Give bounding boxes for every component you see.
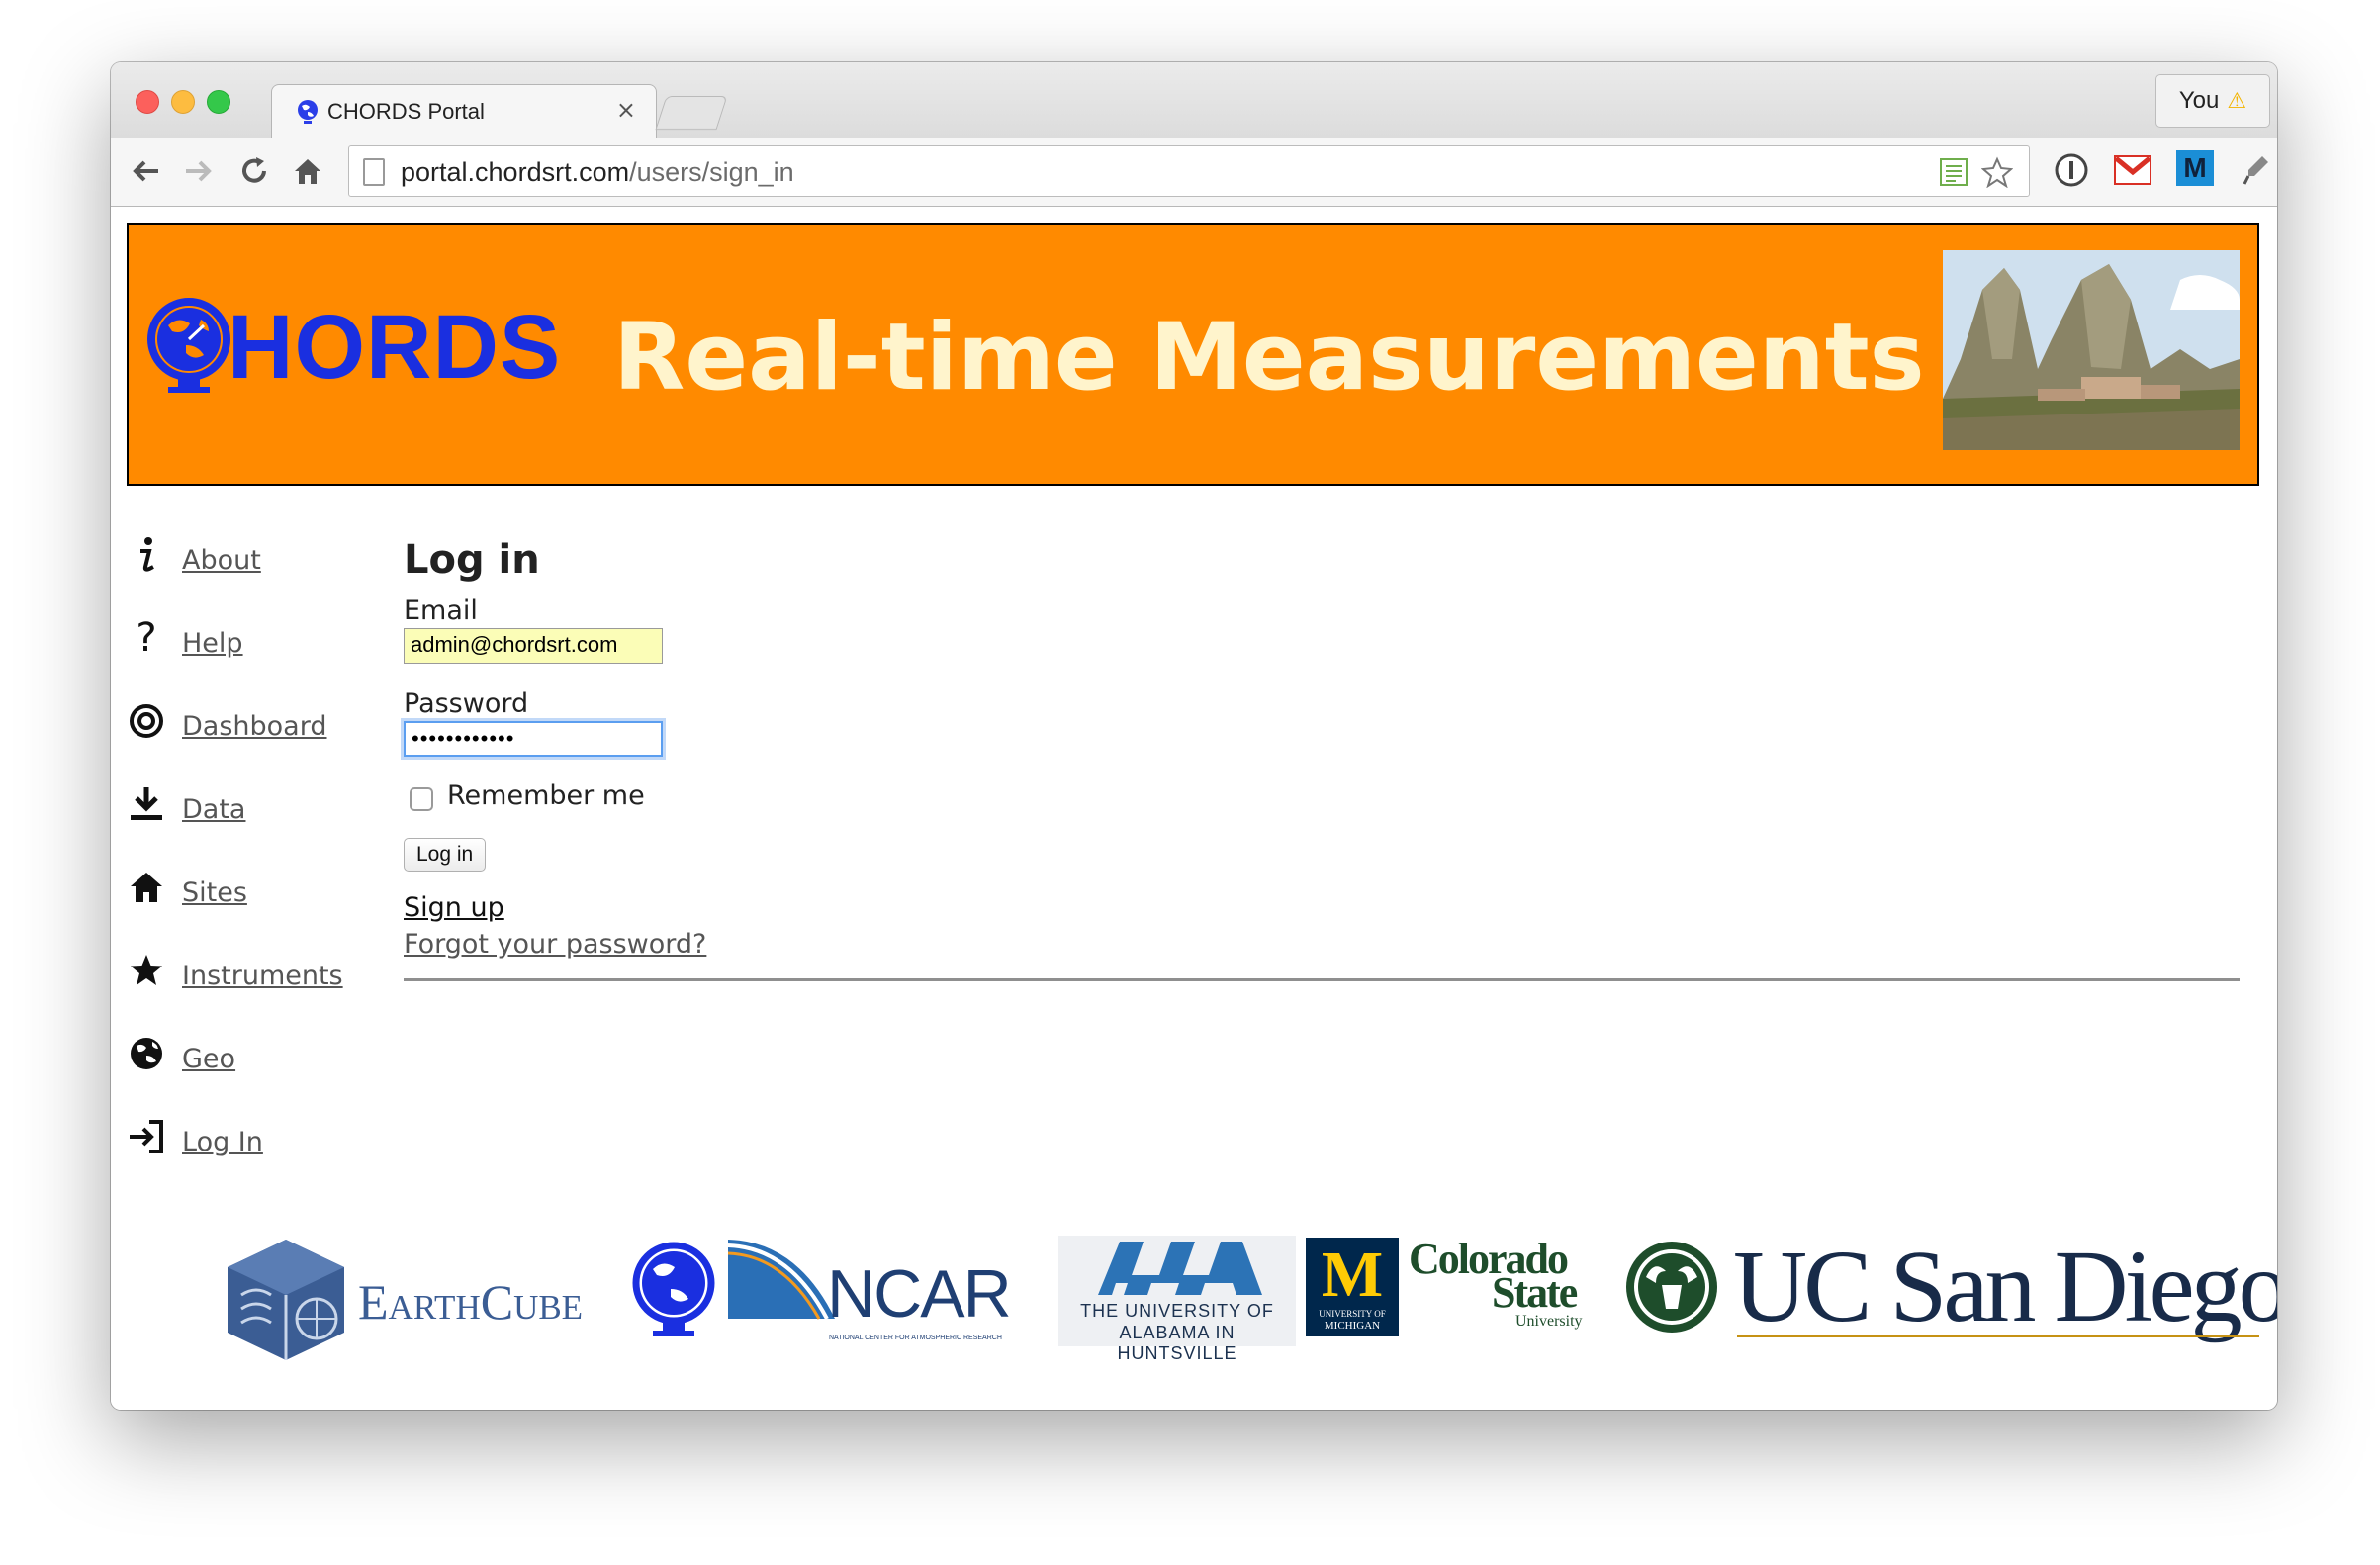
- globe-favicon-icon: [298, 100, 318, 124]
- chords-globe-logo-icon[interactable]: [146, 296, 231, 395]
- onepassword-icon[interactable]: [2052, 150, 2091, 190]
- chords-globe-icon: [632, 1242, 715, 1336]
- csu-line2: State: [1492, 1268, 1578, 1317]
- sidebar-item-label: About: [182, 545, 261, 576]
- bookmark-star-icon[interactable]: [1981, 156, 2013, 188]
- csu-logo: Colorado State University: [1409, 1234, 1606, 1342]
- ucsd-gold-rule: [1737, 1335, 2259, 1337]
- banner-title: Real-time Measurements: [613, 304, 1925, 412]
- login-submit-button[interactable]: Log in: [404, 838, 487, 872]
- sidebar-item-label: Data: [182, 794, 246, 825]
- ucsd-logo-text: UC San Diego: [1733, 1230, 2277, 1343]
- tab-close-icon[interactable]: ×: [616, 96, 636, 124]
- sidebar-item-label: Sites: [182, 877, 247, 908]
- sidebar-item-label: Instruments: [182, 961, 343, 991]
- password-label: Password: [404, 689, 529, 719]
- reader-mode-icon[interactable]: [1938, 156, 1969, 188]
- sidebar-item-label: Help: [182, 628, 243, 659]
- home-button-icon[interactable]: [291, 154, 324, 195]
- divider: [404, 978, 2240, 981]
- globe-icon: [127, 1032, 166, 1075]
- info-icon: [127, 533, 166, 577]
- sidebar-item-geo[interactable]: Geo: [127, 1032, 364, 1091]
- banner-photo-flatirons: [1943, 250, 2240, 450]
- profile-button[interactable]: You ⚠: [2155, 74, 2270, 128]
- address-bar[interactable]: portal.chordsrt.com/users/sign_in: [348, 145, 2030, 197]
- password-field[interactable]: ••••••••••••: [404, 721, 663, 757]
- uah-line2: ALABAMA IN HUNTSVILLE: [1117, 1323, 1237, 1363]
- sidebar-item-help[interactable]: ? Help: [127, 615, 364, 676]
- sidebar-item-label: Dashboard: [182, 711, 327, 742]
- browser-toolbar: portal.chordsrt.com/users/sign_in M: [111, 138, 2277, 207]
- uah-mark-icon: [1098, 1242, 1262, 1295]
- uah-logo: THE UNIVERSITY OF ALABAMA IN HUNTSVILLE: [1058, 1236, 1296, 1363]
- home-icon: [127, 866, 166, 909]
- forgot-password-link[interactable]: Forgot your password?: [404, 929, 706, 960]
- sponsor-logos: EarthCube NCAR NATIONAL CENTER FOR ATMOS…: [222, 1226, 2277, 1404]
- minimize-window-button[interactable]: [171, 90, 195, 114]
- chords-logo-text: HORDS: [228, 297, 562, 398]
- sign-up-link[interactable]: Sign up: [404, 892, 504, 923]
- ncar-subtitle: NATIONAL CENTER FOR ATMOSPHERIC RESEARCH: [829, 1335, 1002, 1341]
- close-window-button[interactable]: [136, 90, 159, 114]
- tab-chords-portal[interactable]: CHORDS Portal ×: [271, 84, 657, 139]
- zoom-window-button[interactable]: [207, 90, 230, 114]
- uah-line1: THE UNIVERSITY OF: [1080, 1301, 1274, 1321]
- page-icon: [363, 158, 385, 186]
- sidebar-item-log-in[interactable]: Log In: [127, 1115, 364, 1174]
- remember-me-checkbox[interactable]: [410, 787, 433, 811]
- tab-title: CHORDS Portal: [327, 99, 485, 124]
- browser-window: CHORDS Portal × You ⚠ portal.chordsrt.co…: [111, 62, 2277, 1410]
- sidebar-item-instruments[interactable]: Instruments: [127, 949, 364, 1008]
- sidebar-item-label: Log In: [182, 1127, 263, 1157]
- target-icon: [127, 699, 166, 743]
- profile-label: You: [2178, 87, 2220, 114]
- download-icon: [127, 782, 166, 826]
- m-extension-icon[interactable]: M: [2176, 150, 2214, 186]
- earthcube-cube-icon: [228, 1240, 344, 1360]
- umich-logo: M UNIVERSITY OF MICHIGAN: [1306, 1238, 1399, 1336]
- sidebar-item-label: Geo: [182, 1044, 236, 1074]
- page-viewport: HORDS Real-time Measurements About ? Hel…: [111, 207, 2277, 1410]
- title-bar: CHORDS Portal × You ⚠: [111, 62, 2277, 139]
- remember-me-label: Remember me: [447, 781, 645, 811]
- email-label: Email: [404, 596, 478, 626]
- gmail-icon[interactable]: [2113, 150, 2152, 190]
- ncar-swoosh-icon: [728, 1240, 835, 1320]
- url-text[interactable]: portal.chordsrt.com/users/sign_in: [401, 157, 794, 188]
- forward-icon[interactable]: [182, 154, 216, 195]
- umich-sub2: MICHIGAN: [1324, 1320, 1381, 1332]
- reload-icon[interactable]: [237, 154, 271, 195]
- page-title: Log in: [404, 537, 540, 583]
- sidebar-item-data[interactable]: Data: [127, 782, 364, 842]
- dropper-icon[interactable]: [2238, 150, 2277, 190]
- sidebar-item-sites[interactable]: Sites: [127, 866, 364, 925]
- earthcube-logo-text: EarthCube: [358, 1274, 584, 1330]
- ncar-logo-text: NCAR: [827, 1256, 1012, 1332]
- login-icon: [127, 1115, 166, 1158]
- umich-block-m: M: [1321, 1239, 1384, 1311]
- email-field[interactable]: admin@chordsrt.com: [404, 628, 663, 664]
- csu-ram-icon: [1626, 1242, 1717, 1333]
- back-icon[interactable]: [129, 154, 162, 195]
- question-icon: ?: [136, 615, 157, 661]
- sidebar-item-dashboard[interactable]: Dashboard: [127, 699, 364, 759]
- site-banner: HORDS Real-time Measurements: [127, 223, 2259, 486]
- warning-icon: ⚠: [2227, 88, 2247, 113]
- csu-line3: University: [1515, 1313, 1583, 1330]
- star-icon: [127, 949, 166, 992]
- umich-sub1: UNIVERSITY OF: [1319, 1309, 1386, 1319]
- new-tab-button[interactable]: [655, 96, 728, 130]
- sidebar-item-about[interactable]: About: [127, 533, 364, 593]
